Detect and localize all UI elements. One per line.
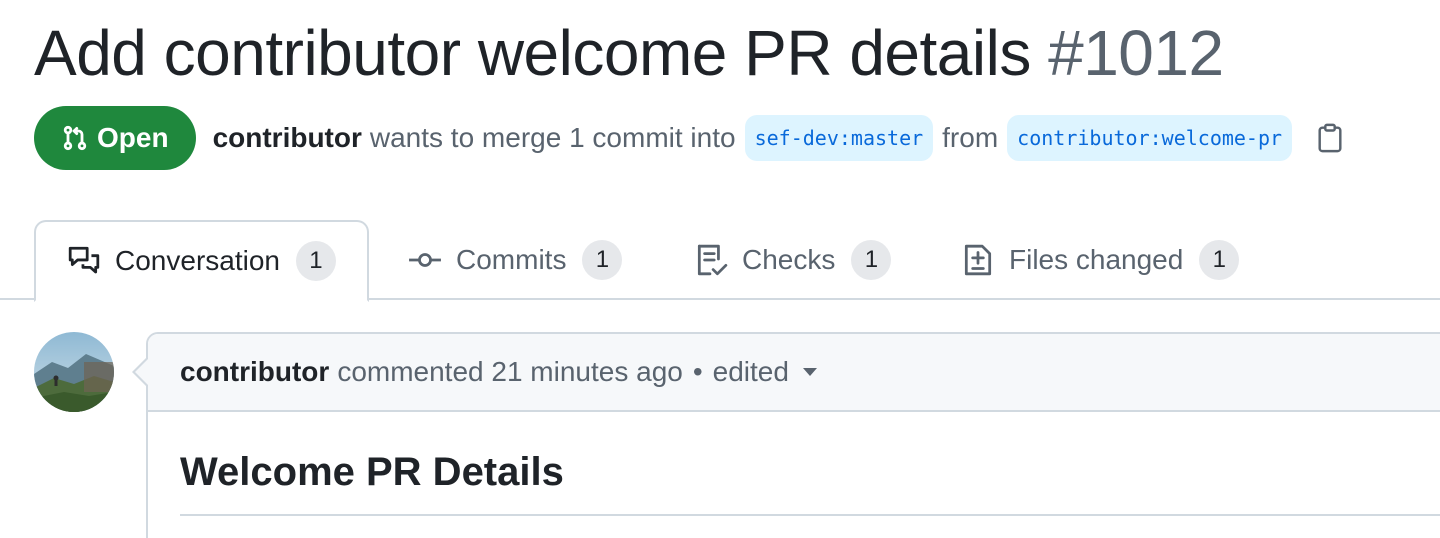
- comment-discussion-icon: [68, 246, 100, 274]
- avatar-image: [34, 332, 114, 412]
- checklist-icon: [697, 244, 728, 276]
- tab-counter: 1: [851, 240, 892, 280]
- git-commit-icon: [409, 253, 441, 267]
- chevron-down-icon[interactable]: [802, 368, 817, 376]
- pr-author-link[interactable]: contributor: [213, 122, 362, 154]
- tab-label: Commits: [456, 244, 567, 275]
- copy-icon[interactable]: [1315, 123, 1345, 153]
- pr-number: #1012: [1048, 17, 1224, 89]
- comment-box: contributor commented 21 minutes ago • e…: [146, 332, 1440, 538]
- status-label: Open: [97, 122, 169, 153]
- tab-files-changed[interactable]: Files changed 1: [961, 220, 1240, 300]
- status-badge: Open: [34, 106, 196, 170]
- git-pull-request-icon: [63, 125, 87, 151]
- comment-header: contributor commented 21 minutes ago • e…: [148, 334, 1440, 412]
- tab-counter: 1: [295, 241, 336, 281]
- head-branch[interactable]: contributor:welcome-pr: [1007, 115, 1293, 161]
- pr-tabs: Conversation 1 Commits 1 Checks 1 Files …: [0, 220, 1440, 302]
- comment-body: Welcome PR Details: [148, 412, 1440, 516]
- tab-counter: 1: [582, 240, 623, 280]
- page-title: Add contributor welcome PR details #1012: [34, 14, 1224, 92]
- file-diff-icon: [964, 244, 992, 276]
- pr-title-text: Add contributor welcome PR details: [34, 17, 1031, 89]
- tab-commits[interactable]: Commits 1: [408, 220, 623, 300]
- base-branch[interactable]: sef-dev:master: [744, 115, 934, 161]
- tab-label: Checks: [742, 244, 836, 275]
- tab-checks[interactable]: Checks 1: [694, 220, 892, 300]
- separator-dot: •: [692, 356, 703, 387]
- tab-label: Conversation: [115, 245, 280, 276]
- pr-meta-row: Open contributor wants to merge 1 commit…: [34, 106, 1345, 170]
- from-text: from: [942, 122, 999, 153]
- tab-conversation[interactable]: Conversation 1: [34, 220, 369, 302]
- edited-label[interactable]: edited: [713, 356, 789, 388]
- comment-heading: Welcome PR Details: [180, 446, 1440, 516]
- tab-counter: 1: [1199, 240, 1240, 280]
- comment-arrow-fill: [135, 358, 149, 386]
- tab-label: Files changed: [1009, 244, 1184, 275]
- comment-timestamp[interactable]: commented 21 minutes ago: [337, 356, 683, 388]
- merge-description: contributor wants to merge 1 commit into…: [213, 115, 1302, 161]
- comment-author-link[interactable]: contributor: [180, 356, 329, 388]
- merge-text: wants to merge 1 commit into: [369, 122, 736, 153]
- avatar[interactable]: [34, 332, 114, 412]
